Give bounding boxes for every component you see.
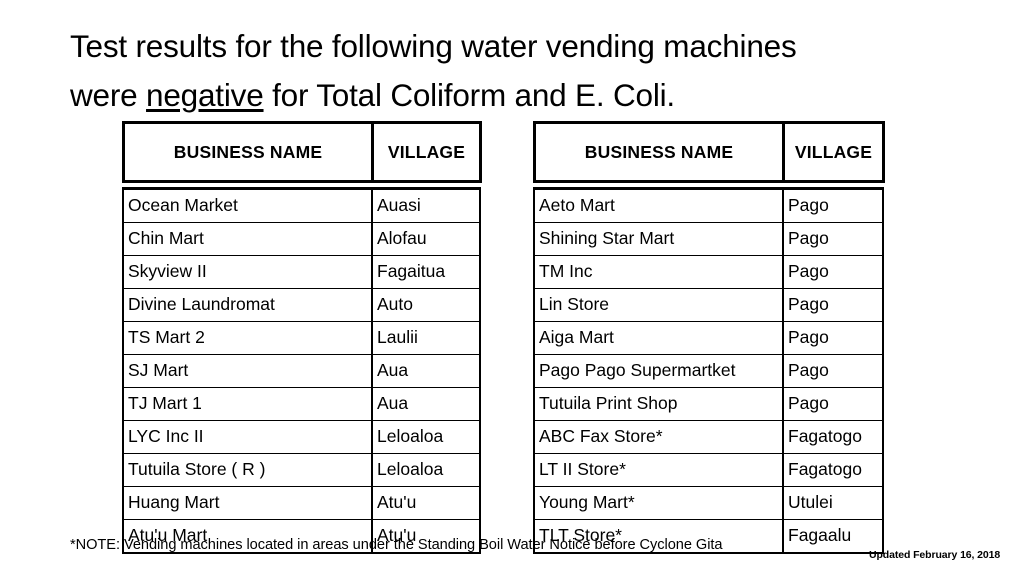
table-row: Tutuila Print Shop Pago bbox=[534, 387, 883, 421]
title-line-2-suffix: for Total Coliform and E. Coli. bbox=[263, 76, 675, 113]
cell-village: Atu'u bbox=[372, 486, 480, 520]
cell-business-name: TM Inc bbox=[534, 255, 784, 289]
cell-business-name: Divine Laundromat bbox=[123, 288, 373, 322]
cell-business-name: LYC Inc II bbox=[123, 420, 373, 454]
cell-village: Aua bbox=[372, 387, 480, 421]
cell-village: Pago bbox=[783, 222, 883, 256]
cell-village: Auasi bbox=[372, 188, 480, 223]
table-row: Huang Mart Atu'u bbox=[123, 486, 480, 520]
table-row: TS Mart 2 Laulii bbox=[123, 321, 480, 355]
column-header-business-name: BUSINESS NAME bbox=[534, 122, 785, 182]
cell-business-name: TJ Mart 1 bbox=[123, 387, 373, 421]
cell-business-name: Tutuila Print Shop bbox=[534, 387, 784, 421]
table-row: Young Mart* Utulei bbox=[534, 486, 883, 520]
cell-business-name: Skyview II bbox=[123, 255, 373, 289]
cell-business-name: Shining Star Mart bbox=[534, 222, 784, 256]
table-right-body: Aeto Mart Pago Shining Star Mart Pago TM I… bbox=[533, 187, 884, 554]
cell-business-name: Aeto Mart bbox=[534, 188, 784, 223]
table-row: Divine Laundromat Auto bbox=[123, 288, 480, 322]
table-row: Aiga Mart Pago bbox=[534, 321, 883, 355]
cell-village: Alofau bbox=[372, 222, 480, 256]
cell-village: Auto bbox=[372, 288, 480, 322]
footnote: *NOTE: Vending machines located in areas… bbox=[70, 537, 723, 553]
title-emphasis-negative: negative bbox=[146, 76, 264, 113]
cell-business-name: Pago Pago Supermartket bbox=[534, 354, 784, 388]
table-row: Pago Pago Supermartket Pago bbox=[534, 354, 883, 388]
table-row: Aeto Mart Pago bbox=[534, 188, 883, 223]
table-row: TJ Mart 1 Aua bbox=[123, 387, 480, 421]
cell-business-name: Tutuila Store ( R ) bbox=[123, 453, 373, 487]
table-row: LT II Store* Fagatogo bbox=[534, 453, 883, 487]
cell-village: Pago bbox=[783, 354, 883, 388]
cell-village: Fagaalu bbox=[788, 525, 852, 545]
cell-village: Pago bbox=[783, 188, 883, 223]
table-left-header: BUSINESS NAME VILLAGE bbox=[122, 121, 482, 183]
table-row: TM Inc Pago bbox=[534, 255, 883, 289]
table-right-header: BUSINESS NAME VILLAGE bbox=[533, 121, 885, 183]
column-header-village: VILLAGE bbox=[387, 141, 466, 162]
column-header-village: VILLAGE bbox=[794, 141, 873, 162]
table-row: Ocean Market Auasi bbox=[123, 188, 480, 223]
cell-village: Laulii bbox=[372, 321, 480, 355]
cell-village: Fagaitua bbox=[372, 255, 480, 289]
cell-village: Pago bbox=[783, 387, 883, 421]
results-table-left: BUSINESS NAME VILLAGE Ocean Market Auasi … bbox=[122, 121, 482, 554]
cell-business-name: Lin Store bbox=[534, 288, 784, 322]
table-header-row: BUSINESS NAME VILLAGE bbox=[123, 122, 481, 182]
table-row: LYC Inc II Leloaloa bbox=[123, 420, 480, 454]
cell-village: Pago bbox=[783, 255, 883, 289]
table-header-row: BUSINESS NAME VILLAGE bbox=[534, 122, 884, 182]
cell-village: Fagatogo bbox=[783, 420, 883, 454]
cell-village: Leloaloa bbox=[372, 453, 480, 487]
table-left-body: Ocean Market Auasi Chin Mart Alofau Skyvie… bbox=[122, 187, 481, 554]
cell-business-name: SJ Mart bbox=[123, 354, 373, 388]
cell-business-name: Chin Mart bbox=[123, 222, 373, 256]
cell-business-name: Young Mart* bbox=[534, 486, 784, 520]
cell-village: Pago bbox=[783, 321, 883, 355]
cell-village: Aua bbox=[372, 354, 480, 388]
cell-business-name: Aiga Mart bbox=[534, 321, 784, 355]
cell-village: Utulei bbox=[783, 486, 883, 520]
table-row: Chin Mart Alofau bbox=[123, 222, 480, 256]
results-table-right: BUSINESS NAME VILLAGE Aeto Mart Pago Shin… bbox=[533, 121, 885, 554]
table-row: Shining Star Mart Pago bbox=[534, 222, 883, 256]
table-row: ABC Fax Store* Fagatogo bbox=[534, 420, 883, 454]
cell-business-name: LT II Store* bbox=[534, 453, 784, 487]
title-line-2-prefix: were bbox=[70, 76, 147, 113]
table-row: Lin Store Pago bbox=[534, 288, 883, 322]
page-title: Test results for the following water ven… bbox=[70, 22, 950, 120]
cell-business-name: TS Mart 2 bbox=[123, 321, 373, 355]
cell-village: Pago bbox=[783, 288, 883, 322]
cell-village: Leloaloa bbox=[372, 420, 480, 454]
table-row: SJ Mart Aua bbox=[123, 354, 480, 388]
table-row: Tutuila Store ( R ) Leloaloa bbox=[123, 453, 480, 487]
updated-date-label: Updated February 16, 2018 bbox=[869, 549, 1001, 561]
table-row: Skyview II Fagaitua bbox=[123, 255, 480, 289]
cell-business-name: Ocean Market bbox=[123, 188, 373, 223]
cell-business-name: Huang Mart bbox=[123, 486, 373, 520]
cell-village: Fagatogo bbox=[783, 453, 883, 487]
title-line-1: Test results for the following water ven… bbox=[70, 28, 797, 64]
column-header-business-name: BUSINESS NAME bbox=[123, 122, 374, 182]
cell-business-name: ABC Fax Store* bbox=[534, 420, 784, 454]
